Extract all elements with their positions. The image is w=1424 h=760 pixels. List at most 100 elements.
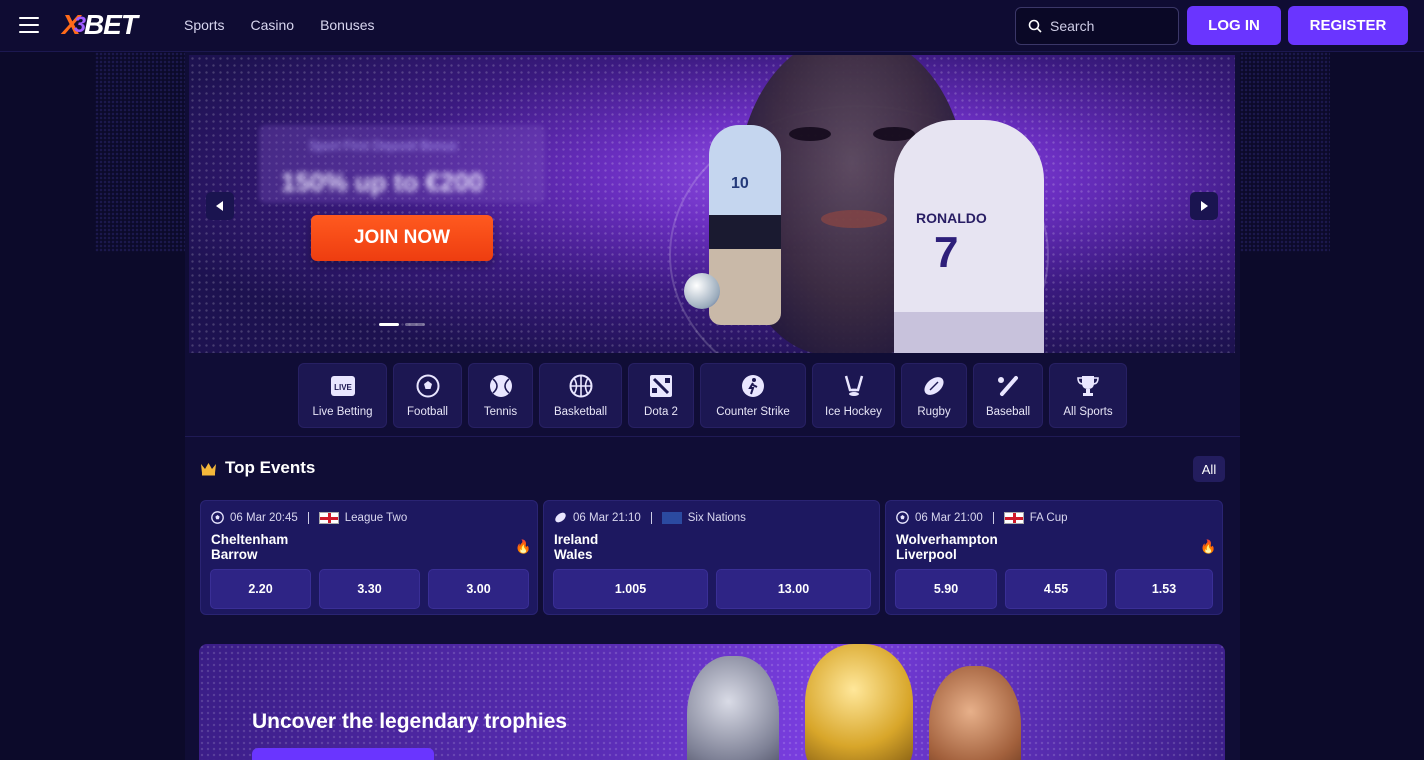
promo-title: 150% up to €200 (281, 167, 484, 197)
europe-flag-icon (661, 511, 682, 524)
counter-strike-icon (740, 373, 766, 399)
side-decoration-left (95, 52, 185, 252)
odd-button-home[interactable]: 1.005 (553, 569, 708, 609)
team-home: Wolverhampton (896, 532, 998, 547)
team-away: Wales (554, 547, 593, 562)
nav-bonuses[interactable]: Bonuses (320, 17, 374, 33)
sports-strip: LIVE Live Betting Football Tennis Basket… (298, 363, 1127, 428)
event-teams: Ireland Wales (554, 532, 598, 562)
event-meta: 06 Mar 21:00 FA Cup (896, 511, 1067, 524)
prev-slide-button[interactable] (206, 192, 234, 220)
event-date: 06 Mar 20:45 (230, 511, 298, 524)
sport-live-betting[interactable]: LIVE Live Betting (298, 363, 387, 428)
menu-icon[interactable] (19, 17, 39, 33)
logo[interactable]: X 3 BET (62, 9, 138, 40)
bronze-bust-image (929, 666, 1021, 760)
rugby-icon (555, 512, 566, 523)
odds-row: 2.20 3.30 3.00 (210, 569, 529, 609)
promo-banner[interactable]: 10 RONALDO 7 Sport First Deposit Bonus 1… (189, 55, 1235, 353)
banner-player-left: 10 (709, 125, 781, 325)
join-now-button[interactable]: JOIN NOW (311, 215, 493, 261)
rugby-icon (921, 373, 947, 399)
section-divider (185, 436, 1240, 437)
odd-button-home[interactable]: 5.90 (895, 569, 997, 609)
sport-ice-hockey[interactable]: Ice Hockey (812, 363, 895, 428)
promo-subtitle: Sport First Deposit Bonus (309, 138, 458, 153)
event-league: League Two (344, 511, 408, 524)
nav-sports[interactable]: Sports (184, 17, 224, 33)
event-card[interactable]: 06 Mar 20:45 League Two Cheltenham Barro… (200, 500, 538, 615)
crown-icon (201, 462, 216, 475)
sport-basketball[interactable]: Basketball (539, 363, 622, 428)
basketball-icon (568, 373, 594, 399)
sport-dota2[interactable]: Dota 2 (628, 363, 694, 428)
odd-button-draw[interactable]: 4.55 (1005, 569, 1107, 609)
football-icon (415, 373, 441, 399)
odd-button-home[interactable]: 2.20 (210, 569, 311, 609)
slide-indicators (379, 323, 425, 326)
team-away: Barrow (211, 547, 258, 562)
football-icon (684, 273, 720, 309)
event-teams: Wolverhampton Liverpool (896, 532, 998, 562)
football-icon (896, 511, 909, 524)
gold-bust-image (805, 644, 913, 760)
event-date: 06 Mar 21:00 (915, 511, 983, 524)
top-events-title: Top Events (225, 458, 316, 477)
nav-casino[interactable]: Casino (250, 17, 294, 33)
register-button[interactable]: REGISTER (1288, 6, 1408, 45)
team-home: Ireland (554, 532, 599, 547)
banner-player-right: RONALDO 7 (894, 120, 1044, 353)
trophies-title: Uncover the legendary trophies (252, 710, 568, 733)
ice-hockey-icon (841, 373, 867, 399)
trophies-promo-banner[interactable]: Uncover the legendary trophies (199, 644, 1225, 760)
event-league: Six Nations (687, 511, 746, 524)
sport-counter-strike[interactable]: Counter Strike (700, 363, 806, 428)
football-icon (211, 511, 224, 524)
svg-text:LIVE: LIVE (334, 383, 352, 392)
event-card[interactable]: 06 Mar 21:00 FA Cup Wolverhampton Liverp… (885, 500, 1223, 615)
event-card[interactable]: 06 Mar 21:10 Six Nations Ireland Wales 1… (543, 500, 880, 615)
search-box[interactable] (1015, 7, 1179, 45)
next-slide-button[interactable] (1190, 192, 1218, 220)
silver-bust-image (687, 656, 779, 760)
search-input[interactable] (1050, 18, 1170, 34)
odd-button-away[interactable]: 3.00 (428, 569, 529, 609)
england-flag-icon (1003, 511, 1024, 524)
odds-row: 5.90 4.55 1.53 (895, 569, 1213, 609)
team-away: Liverpool (896, 547, 957, 562)
chevron-right-icon (1201, 201, 1208, 211)
baseball-icon (995, 373, 1021, 399)
odd-button-away[interactable]: 13.00 (716, 569, 871, 609)
event-meta: 06 Mar 21:10 Six Nations (554, 511, 746, 524)
top-events-header: Top Events (200, 458, 315, 478)
main-content: 10 RONALDO 7 Sport First Deposit Bonus 1… (185, 52, 1240, 760)
side-decoration-right (1240, 52, 1330, 252)
tennis-icon (488, 373, 514, 399)
trophies-cta-button[interactable] (252, 748, 434, 760)
chevron-left-icon (216, 201, 223, 211)
slide-dot-1[interactable] (379, 323, 399, 326)
live-icon: LIVE (330, 373, 356, 399)
login-button[interactable]: LOG IN (1187, 6, 1281, 45)
main-nav: Sports Casino Bonuses (184, 17, 375, 33)
all-events-button[interactable]: All (1193, 456, 1225, 482)
top-header: X 3 BET Sports Casino Bonuses LOG IN REG… (0, 0, 1424, 52)
slide-dot-2[interactable] (405, 323, 425, 326)
search-icon (1028, 19, 1042, 33)
sport-baseball[interactable]: Baseball (973, 363, 1043, 428)
dota2-icon (648, 373, 674, 399)
sport-football[interactable]: Football (393, 363, 462, 428)
trophy-icon (1075, 373, 1101, 399)
sport-tennis[interactable]: Tennis (468, 363, 533, 428)
fire-icon: 🔥 (515, 539, 532, 554)
event-date: 06 Mar 21:10 (573, 511, 641, 524)
odds-row: 1.005 13.00 (553, 569, 871, 609)
sport-rugby[interactable]: Rugby (901, 363, 967, 428)
odd-button-draw[interactable]: 3.30 (319, 569, 420, 609)
fire-icon: 🔥 (1200, 539, 1217, 554)
odd-button-away[interactable]: 1.53 (1115, 569, 1213, 609)
event-league: FA Cup (1029, 511, 1068, 524)
event-teams: Cheltenham Barrow (211, 532, 288, 562)
sport-all-sports[interactable]: All Sports (1049, 363, 1127, 428)
england-flag-icon (318, 511, 339, 524)
